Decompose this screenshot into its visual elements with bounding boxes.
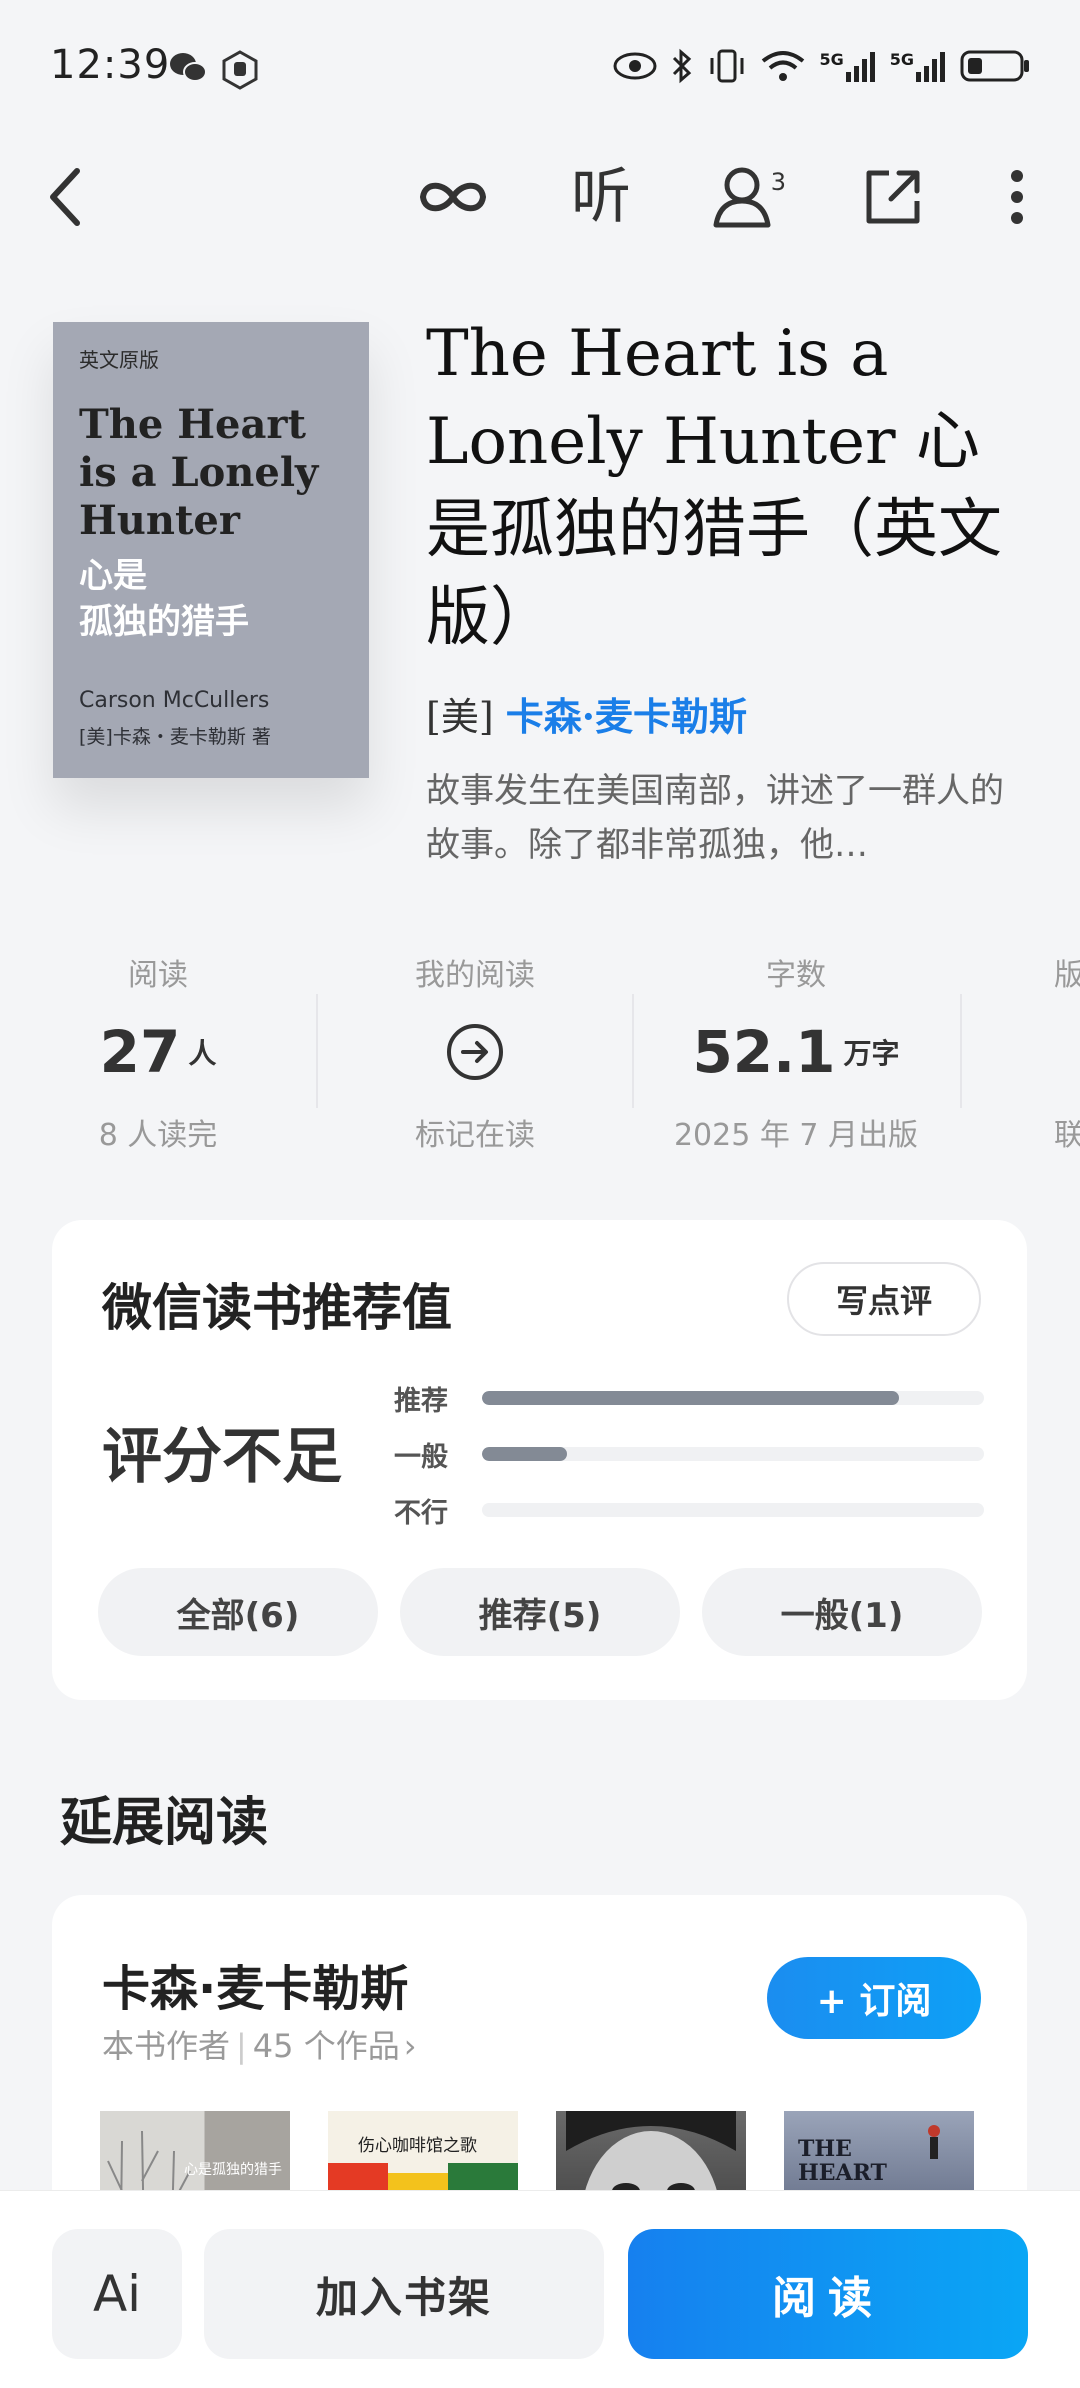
stat-label: 阅读 xyxy=(128,958,188,993)
book-description[interactable]: 故事发生在美国南部，讲述了一群人的故事。除了都非常孤独，他… xyxy=(426,764,1026,872)
signal-5g-2: 5G xyxy=(890,50,946,82)
cover-edition: 英文原版 xyxy=(79,348,159,372)
stat-sub: 标记在读 xyxy=(415,1118,535,1153)
stat-value: 27 人 xyxy=(99,1018,217,1086)
listen-button[interactable]: 听 xyxy=(556,152,646,242)
system-status-icons: 5G 5G xyxy=(613,44,1030,88)
works-count: 45 个作品 xyxy=(252,2027,400,2065)
stat-sub: 2025 年 7 月出版 xyxy=(673,1118,919,1153)
rating-title: 微信读书推荐值 xyxy=(102,1279,452,1337)
rating-bar-poor: 不行 xyxy=(394,1492,984,1529)
bar-label: 推荐 xyxy=(394,1385,448,1417)
bar-fill xyxy=(482,1391,899,1405)
stat-publisher-partial[interactable]: 版 联 xyxy=(1054,950,1080,1154)
cover-author-cn: [美]卡森・麦卡勒斯 著 xyxy=(79,726,271,748)
stat-divider xyxy=(316,994,318,1108)
more-button[interactable] xyxy=(972,152,1062,242)
bar-label: 不行 xyxy=(394,1497,448,1529)
rating-status: 评分不足 xyxy=(102,1422,342,1492)
stat-label: 我的阅读 xyxy=(415,958,535,993)
share-icon xyxy=(866,170,920,224)
status-time: 12:39 xyxy=(50,42,171,88)
filter-average-button[interactable]: 一般(1) xyxy=(702,1568,982,1656)
chevron-left-icon xyxy=(50,168,80,226)
thumb-title: 伤心咖啡馆之歌 xyxy=(358,2136,477,2156)
stat-value xyxy=(325,1016,625,1088)
listen-label: 听 xyxy=(571,162,631,232)
infinite-card-button[interactable] xyxy=(408,152,498,242)
signal-icon xyxy=(845,52,875,82)
notification-icons xyxy=(168,50,260,90)
bottom-action-bar: Ai 加入书架 阅读 xyxy=(0,2190,1080,2388)
thumb-title: 心是孤独的猎手 xyxy=(184,2162,282,2178)
book-title: The Heart is a Lonely Hunter 心是孤独的猎手（英文版… xyxy=(426,317,1002,655)
stat-divider xyxy=(960,994,962,1108)
bar-track xyxy=(482,1503,984,1517)
book-cover[interactable]: 英文原版 The Heart is a Lonely Hunter 心是 孤独的… xyxy=(53,322,369,778)
section-title-extended: 延展阅读 xyxy=(60,1793,269,1853)
signal-5g-1: 5G xyxy=(819,50,875,82)
author-name-link[interactable]: 卡森·麦卡勒斯 xyxy=(506,694,747,739)
rating-card: 微信读书推荐值 写点评 评分不足 推荐 一般 不行 全部(6) 推荐(5) 一般… xyxy=(52,1220,1027,1700)
wechat-icon xyxy=(170,53,207,82)
author-card-meta[interactable]: 本书作者 | 45 个作品 › xyxy=(102,2021,417,2067)
stat-my-reading[interactable]: 我的阅读 标记在读 xyxy=(325,950,625,1154)
share-button[interactable] xyxy=(848,152,938,242)
eye-icon xyxy=(613,52,657,80)
signal-icon xyxy=(916,52,945,82)
author-role: 本书作者 xyxy=(102,2027,231,2065)
stat-label: 字数 xyxy=(766,958,826,993)
infinity-icon xyxy=(419,182,487,212)
wifi-icon xyxy=(762,51,805,81)
bar-track xyxy=(482,1447,984,1461)
readers-badge: 3 xyxy=(770,168,786,196)
ai-assistant-button[interactable]: Ai xyxy=(52,2229,182,2359)
cover-title-cn: 心是 孤独的猎手 xyxy=(79,556,249,642)
ai-label: Ai xyxy=(92,2265,142,2323)
stat-label: 版 xyxy=(1054,958,1080,993)
author-line[interactable]: [美] 卡森·麦卡勒斯 xyxy=(426,686,747,741)
cover-author-en: Carson McCullers xyxy=(79,688,270,713)
cover-title-en: The Heart is a Lonely Hunter xyxy=(79,401,319,544)
author-nationality: [美] xyxy=(426,695,494,739)
stat-value: 52.1 万字 xyxy=(692,1018,900,1086)
stat-divider xyxy=(632,994,634,1108)
battery-icon xyxy=(960,50,1029,82)
author-card-name: 卡森·麦卡勒斯 xyxy=(102,1961,409,2017)
vibrate-icon xyxy=(710,49,744,83)
subscribe-button[interactable]: + 订阅 xyxy=(767,1957,981,2039)
back-button[interactable] xyxy=(20,152,110,242)
write-review-button[interactable]: 写点评 xyxy=(787,1262,981,1336)
bluetooth-icon xyxy=(673,48,692,84)
bar-fill xyxy=(482,1447,568,1461)
bar-label: 一般 xyxy=(394,1441,448,1473)
readers-button[interactable]: 3 xyxy=(702,152,792,242)
hand-icon xyxy=(222,50,258,90)
stat-sub: 联 xyxy=(1054,1118,1080,1153)
filter-all-button[interactable]: 全部(6) xyxy=(98,1568,378,1656)
filter-recommend-button[interactable]: 推荐(5) xyxy=(400,1568,680,1656)
rating-bar-recommend: 推荐 xyxy=(394,1380,984,1417)
add-to-shelf-button[interactable]: 加入书架 xyxy=(204,2229,604,2359)
rating-bar-average: 一般 xyxy=(394,1436,984,1473)
more-vertical-icon xyxy=(1011,170,1023,224)
stat-reading[interactable]: 阅读 27 人 8 人读完 xyxy=(8,950,308,1154)
stat-word-count[interactable]: 字数 52.1 万字 2025 年 7 月出版 xyxy=(646,950,946,1154)
read-button[interactable]: 阅读 xyxy=(628,2229,1028,2359)
stat-sub: 8 人读完 xyxy=(98,1118,218,1153)
bar-track xyxy=(482,1391,984,1405)
arrow-right-circle-icon xyxy=(447,1024,503,1080)
chevron-right-icon: › xyxy=(403,2027,417,2065)
